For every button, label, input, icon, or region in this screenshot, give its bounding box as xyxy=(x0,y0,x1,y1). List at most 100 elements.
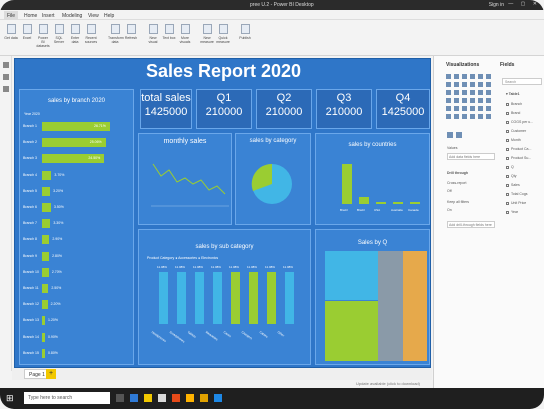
visual-type-icon[interactable] xyxy=(454,98,459,103)
visual-type-icon[interactable] xyxy=(454,74,459,79)
field-item[interactable]: Year xyxy=(506,210,518,214)
taskbar-search[interactable]: Type here to search xyxy=(24,392,110,404)
new-measure-button[interactable]: New measure xyxy=(200,24,214,44)
visual-type-icon[interactable] xyxy=(446,90,451,95)
excel-button[interactable]: Excel xyxy=(20,24,34,40)
subcategory-bar[interactable] xyxy=(159,272,168,324)
kpi-q3[interactable]: Q3 210000 xyxy=(316,89,372,129)
branch-bar[interactable] xyxy=(42,170,52,180)
branch-bar[interactable] xyxy=(42,267,49,277)
visual-type-icon[interactable] xyxy=(462,82,467,87)
visual-type-icon[interactable] xyxy=(478,114,483,119)
visual-type-icon[interactable] xyxy=(478,90,483,95)
visual-type-icon[interactable] xyxy=(470,82,475,87)
monthly-panel[interactable]: monthly sales xyxy=(138,133,232,225)
country-bar[interactable] xyxy=(410,202,420,204)
treemap-tile-1[interactable] xyxy=(325,251,378,300)
treemap-tile-3[interactable] xyxy=(378,251,403,361)
visual-type-icon[interactable] xyxy=(462,106,467,111)
fields-well-icon[interactable] xyxy=(447,132,453,138)
field-item[interactable]: Total Cogs xyxy=(506,192,528,196)
visual-type-icon[interactable] xyxy=(486,114,491,119)
visual-type-icon[interactable] xyxy=(478,74,483,79)
table1-node[interactable]: ▾ Table1 xyxy=(506,92,520,96)
country-bar[interactable] xyxy=(342,164,352,204)
branch-bar[interactable] xyxy=(42,186,51,196)
format-icon[interactable] xyxy=(456,132,462,138)
report-canvas[interactable]: Sales Report 2020 total sales 1425000 Q1… xyxy=(14,58,431,368)
treemap-tile-2[interactable] xyxy=(325,301,378,361)
new-visual-button[interactable]: New visual xyxy=(146,24,160,44)
field-item[interactable]: Customer xyxy=(506,129,526,133)
visual-type-icon[interactable] xyxy=(446,114,451,119)
kpi-q1[interactable]: Q1 210000 xyxy=(196,89,252,129)
values-dropzone[interactable]: Add data fields here xyxy=(447,153,495,160)
menu-insert[interactable]: Insert xyxy=(42,13,55,19)
country-bar[interactable] xyxy=(359,197,369,204)
report-view-icon[interactable] xyxy=(3,62,9,68)
refresh-button[interactable]: Refresh xyxy=(124,24,138,40)
menu-view[interactable]: View xyxy=(88,13,99,19)
treemap-tile-4[interactable] xyxy=(403,251,427,361)
sign-in-link[interactable]: Sign in xyxy=(489,2,504,8)
visual-type-icon[interactable] xyxy=(470,90,475,95)
fields-search-input[interactable]: Search xyxy=(502,78,542,85)
byq-panel[interactable]: Sales by Q xyxy=(315,229,430,365)
kpi-q2[interactable]: Q2 210000 xyxy=(256,89,312,129)
cross-report-toggle[interactable]: Off xyxy=(447,189,452,193)
datasets-button[interactable]: Power BI datasets xyxy=(36,24,50,48)
branch-bar[interactable] xyxy=(42,235,50,245)
visual-type-icon[interactable] xyxy=(446,74,451,79)
visual-type-icon[interactable] xyxy=(486,90,491,95)
data-view-icon[interactable] xyxy=(3,74,9,80)
windows-start-icon[interactable]: ⊞ xyxy=(6,393,16,403)
drill-dropzone[interactable]: Add drill-through fields here xyxy=(447,221,495,228)
visual-type-icon[interactable] xyxy=(486,82,491,87)
app-icon[interactable] xyxy=(214,394,222,402)
field-item[interactable]: Branch xyxy=(506,102,522,106)
subcategory-bar[interactable] xyxy=(249,272,258,324)
visual-type-icon[interactable] xyxy=(454,106,459,111)
visual-type-icon[interactable] xyxy=(454,90,459,95)
countries-panel[interactable]: sales by countries Brazil Brazil USA Austra… xyxy=(315,133,430,225)
visual-type-icon[interactable] xyxy=(446,106,451,111)
store-icon[interactable] xyxy=(158,394,166,402)
field-item[interactable]: COGS per u... xyxy=(506,120,533,124)
transform-button[interactable]: Transform data xyxy=(108,24,124,44)
status-text[interactable]: Update available (click to download) xyxy=(356,381,420,386)
visual-type-icon[interactable] xyxy=(462,98,467,103)
visual-type-icon[interactable] xyxy=(462,114,467,119)
branch-bar[interactable] xyxy=(42,316,46,326)
task-view-icon[interactable] xyxy=(116,394,124,402)
sql-button[interactable]: SQL Server xyxy=(52,24,66,44)
field-item[interactable]: Product Ca... xyxy=(506,147,531,151)
model-view-icon[interactable] xyxy=(3,86,9,92)
subcategory-bar[interactable] xyxy=(285,272,294,324)
branch-bar[interactable] xyxy=(42,332,45,342)
chrome-icon[interactable] xyxy=(186,394,194,402)
visual-type-icon[interactable] xyxy=(486,98,491,103)
visual-type-icon[interactable] xyxy=(470,106,475,111)
branch-bar[interactable] xyxy=(42,251,50,261)
publish-button[interactable]: Publish xyxy=(238,24,252,40)
visual-type-icon[interactable] xyxy=(478,98,483,103)
visual-type-icon[interactable] xyxy=(478,106,483,111)
visual-type-icon[interactable] xyxy=(454,82,459,87)
branch-bar[interactable] xyxy=(42,284,49,293)
enter-data-button[interactable]: Enter data xyxy=(68,24,82,44)
visual-type-icon[interactable] xyxy=(446,98,451,103)
get-data-button[interactable]: Get data xyxy=(4,24,18,40)
branch-bar[interactable] xyxy=(42,348,45,358)
kpi-q4[interactable]: Q4 1425000 xyxy=(376,89,430,129)
visual-type-icon[interactable] xyxy=(454,114,459,119)
visual-type-icon[interactable] xyxy=(470,74,475,79)
menu-modeling[interactable]: Modeling xyxy=(62,13,82,19)
visual-type-icon[interactable] xyxy=(446,82,451,87)
subcategory-bar[interactable] xyxy=(213,272,222,324)
branch-bar[interactable] xyxy=(42,203,51,212)
visual-type-icon[interactable] xyxy=(486,106,491,111)
branch-bar[interactable] xyxy=(42,219,51,229)
visual-type-icon[interactable] xyxy=(462,90,467,95)
visual-type-icon[interactable] xyxy=(470,98,475,103)
visual-type-icon[interactable] xyxy=(462,74,467,79)
